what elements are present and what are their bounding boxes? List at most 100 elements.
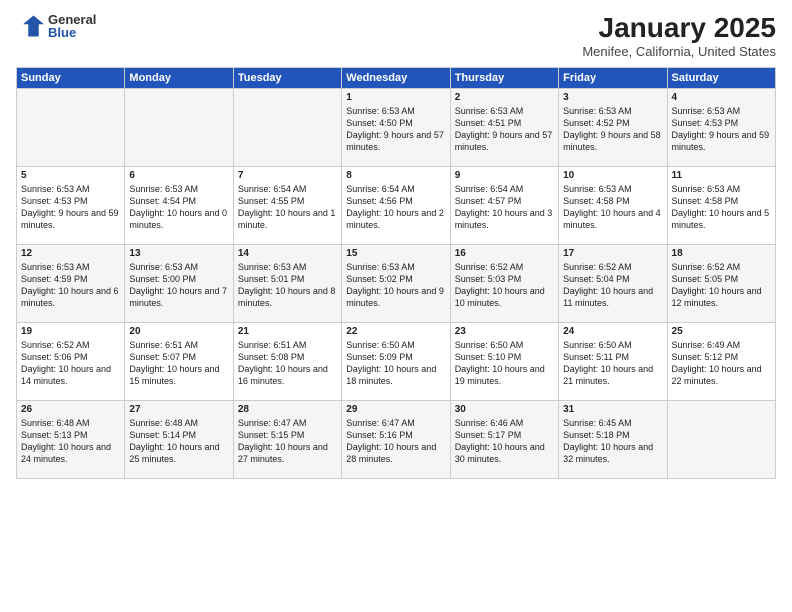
day-cell: 15Sunrise: 6:53 AM Sunset: 5:02 PM Dayli… [342,245,450,323]
day-detail: Sunrise: 6:50 AM Sunset: 5:11 PM Dayligh… [563,339,662,388]
day-number: 16 [455,248,554,259]
day-number: 11 [672,170,771,181]
week-row-3: 12 Sunrise: 6:53 AM Sunset: 4:59 PM Dayli… [17,245,776,323]
day-cell: 26Sunrise: 6:48 AM Sunset: 5:13 PM Dayli… [17,401,125,479]
day-number: 20 [129,326,228,337]
day-number: 29 [346,404,445,415]
day-detail: Sunrise: 6:48 AM Sunset: 5:14 PM Dayligh… [129,417,228,466]
day-detail: Sunrise: 6:53 AM Sunset: 4:51 PM Dayligh… [455,105,554,154]
day-cell [17,89,125,167]
day-number: 24 [563,326,662,337]
day-cell: 24 Sunrise: 6:50 AM Sunset: 5:11 PM Dayli… [559,323,667,401]
day-number: 19 [21,326,120,337]
day-detail: Sunrise: 6:53 AM Sunset: 4:50 PM Dayligh… [346,105,445,154]
col-sunday: Sunday [17,68,125,89]
day-number: 27 [129,404,228,415]
day-cell: 22Sunrise: 6:50 AM Sunset: 5:09 PM Dayli… [342,323,450,401]
day-detail: Sunrise: 6:46 AM Sunset: 5:17 PM Dayligh… [455,417,554,466]
day-detail: Sunrise: 6:54 AM Sunset: 4:56 PM Dayligh… [346,183,445,232]
day-number: 23 [455,326,554,337]
day-detail: Sunrise: 6:53 AM Sunset: 5:01 PM Dayligh… [238,261,337,310]
col-tuesday: Tuesday [233,68,341,89]
day-detail: Sunrise: 6:53 AM Sunset: 4:52 PM Dayligh… [563,105,662,154]
logo-text: General Blue [48,13,96,39]
day-number: 21 [238,326,337,337]
day-cell: 14 Sunrise: 6:53 AM Sunset: 5:01 PM Dayli… [233,245,341,323]
day-cell: 23 Sunrise: 6:50 AM Sunset: 5:10 PM Dayli… [450,323,558,401]
day-cell: 28 Sunrise: 6:47 AM Sunset: 5:15 PM Dayli… [233,401,341,479]
day-detail: Sunrise: 6:47 AM Sunset: 5:15 PM Dayligh… [238,417,337,466]
day-detail: Sunrise: 6:52 AM Sunset: 5:06 PM Dayligh… [21,339,120,388]
day-cell: 1Sunrise: 6:53 AM Sunset: 4:50 PM Daylig… [342,89,450,167]
day-cell [125,89,233,167]
day-number: 28 [238,404,337,415]
day-cell: 10Sunrise: 6:53 AM Sunset: 4:58 PM Dayli… [559,167,667,245]
calendar-subtitle: Menifee, California, United States [582,44,776,59]
day-detail: Sunrise: 6:53 AM Sunset: 5:00 PM Dayligh… [129,261,228,310]
day-cell: 17Sunrise: 6:52 AM Sunset: 5:04 PM Dayli… [559,245,667,323]
day-number: 18 [672,248,771,259]
col-saturday: Saturday [667,68,775,89]
day-cell: 3 Sunrise: 6:53 AM Sunset: 4:52 PM Daylig… [559,89,667,167]
day-cell: 27 Sunrise: 6:48 AM Sunset: 5:14 PM Dayli… [125,401,233,479]
day-detail: Sunrise: 6:51 AM Sunset: 5:07 PM Dayligh… [129,339,228,388]
week-row-1: 1Sunrise: 6:53 AM Sunset: 4:50 PM Daylig… [17,89,776,167]
col-wednesday: Wednesday [342,68,450,89]
day-detail: Sunrise: 6:53 AM Sunset: 4:59 PM Dayligh… [21,261,120,310]
header: General Blue January 2025 Menifee, Calif… [16,12,776,59]
day-cell: 29 Sunrise: 6:47 AM Sunset: 5:16 PM Dayli… [342,401,450,479]
day-number: 4 [672,92,771,103]
col-thursday: Thursday [450,68,558,89]
day-number: 7 [238,170,337,181]
day-detail: Sunrise: 6:51 AM Sunset: 5:08 PM Dayligh… [238,339,337,388]
calendar-title: January 2025 [582,12,776,44]
day-number: 10 [563,170,662,181]
logo-icon [16,12,44,40]
day-cell [667,401,775,479]
day-detail: Sunrise: 6:53 AM Sunset: 4:53 PM Dayligh… [21,183,120,232]
day-number: 26 [21,404,120,415]
day-detail: Sunrise: 6:47 AM Sunset: 5:16 PM Dayligh… [346,417,445,466]
day-detail: Sunrise: 6:49 AM Sunset: 5:12 PM Dayligh… [672,339,771,388]
week-row-4: 19 Sunrise: 6:52 AM Sunset: 5:06 PM Dayli… [17,323,776,401]
day-number: 15 [346,248,445,259]
day-cell: 25 Sunrise: 6:49 AM Sunset: 5:12 PM Dayli… [667,323,775,401]
day-cell: 21 Sunrise: 6:51 AM Sunset: 5:08 PM Dayli… [233,323,341,401]
day-detail: Sunrise: 6:45 AM Sunset: 5:18 PM Dayligh… [563,417,662,466]
day-detail: Sunrise: 6:50 AM Sunset: 5:10 PM Dayligh… [455,339,554,388]
col-monday: Monday [125,68,233,89]
day-number: 25 [672,326,771,337]
day-detail: Sunrise: 6:50 AM Sunset: 5:09 PM Dayligh… [346,339,445,388]
week-row-5: 26Sunrise: 6:48 AM Sunset: 5:13 PM Dayli… [17,401,776,479]
day-number: 30 [455,404,554,415]
day-number: 6 [129,170,228,181]
day-number: 13 [129,248,228,259]
day-cell: 13 Sunrise: 6:53 AM Sunset: 5:00 PM Dayli… [125,245,233,323]
day-cell: 9Sunrise: 6:54 AM Sunset: 4:57 PM Daylig… [450,167,558,245]
day-cell: 19 Sunrise: 6:52 AM Sunset: 5:06 PM Dayli… [17,323,125,401]
day-cell: 20 Sunrise: 6:51 AM Sunset: 5:07 PM Dayli… [125,323,233,401]
day-number: 17 [563,248,662,259]
day-cell: 5 Sunrise: 6:53 AM Sunset: 4:53 PM Daylig… [17,167,125,245]
day-cell: 6Sunrise: 6:53 AM Sunset: 4:54 PM Daylig… [125,167,233,245]
day-number: 5 [21,170,120,181]
day-number: 3 [563,92,662,103]
day-detail: Sunrise: 6:52 AM Sunset: 5:03 PM Dayligh… [455,261,554,310]
day-number: 14 [238,248,337,259]
day-number: 8 [346,170,445,181]
day-cell: 31Sunrise: 6:45 AM Sunset: 5:18 PM Dayli… [559,401,667,479]
logo-blue-text: Blue [48,26,96,39]
page: General Blue January 2025 Menifee, Calif… [0,0,792,612]
day-cell: 18Sunrise: 6:52 AM Sunset: 5:05 PM Dayli… [667,245,775,323]
logo: General Blue [16,12,96,40]
day-cell: 16 Sunrise: 6:52 AM Sunset: 5:03 PM Dayli… [450,245,558,323]
day-number: 12 [21,248,120,259]
day-cell: 11Sunrise: 6:53 AM Sunset: 4:58 PM Dayli… [667,167,775,245]
week-row-2: 5 Sunrise: 6:53 AM Sunset: 4:53 PM Daylig… [17,167,776,245]
col-friday: Friday [559,68,667,89]
day-number: 2 [455,92,554,103]
calendar-table: Sunday Monday Tuesday Wednesday Thursday… [16,67,776,479]
day-cell: 2 Sunrise: 6:53 AM Sunset: 4:51 PM Daylig… [450,89,558,167]
day-detail: Sunrise: 6:54 AM Sunset: 4:57 PM Dayligh… [455,183,554,232]
day-cell: 12 Sunrise: 6:53 AM Sunset: 4:59 PM Dayli… [17,245,125,323]
